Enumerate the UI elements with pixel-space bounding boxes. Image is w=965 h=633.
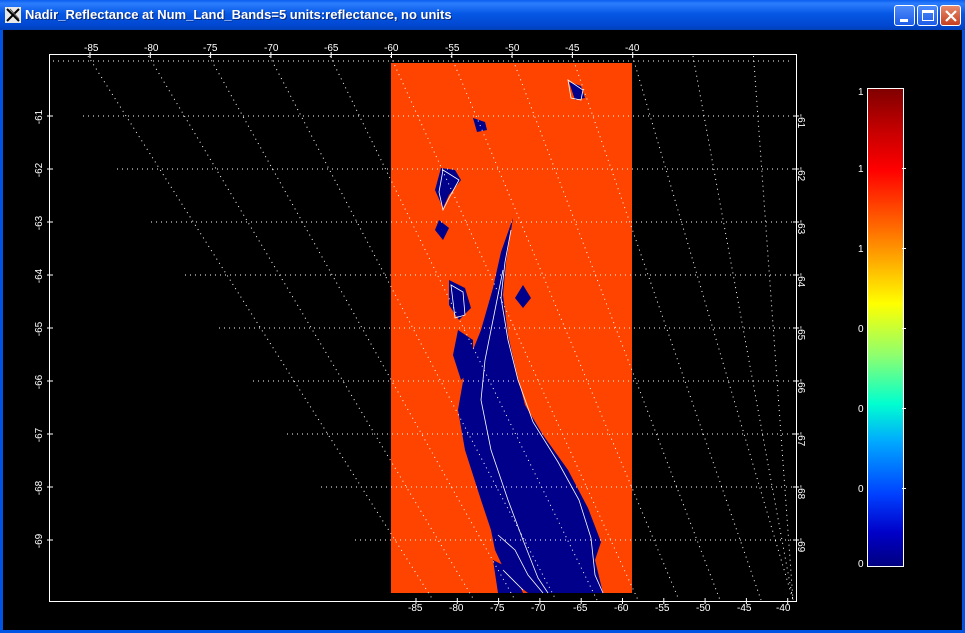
top-lon-label: -40 [625, 43, 640, 54]
bottom-lon-label: -45 [737, 603, 752, 614]
left-lat-label: -62 [34, 162, 46, 178]
top-lon-label: -85 [84, 43, 99, 54]
bottom-lon-label: -80 [449, 603, 464, 614]
left-lat-label: -64 [34, 268, 46, 284]
longitude-line [571, 55, 762, 601]
longitude-line [148, 55, 475, 601]
colorbar-label: 1 [858, 244, 864, 255]
plot-area[interactable]: -85 -80 -75 -70 -65 -60 -55 -50 -45 -40 … [3, 30, 962, 630]
land-mass [435, 82, 603, 593]
top-lon-label: -45 [565, 43, 580, 54]
left-lat-label: -66 [34, 374, 46, 390]
close-button[interactable] [940, 5, 961, 26]
bottom-lon-label: -55 [655, 603, 670, 614]
longitude-grid [87, 55, 794, 601]
color-scale-bar [867, 88, 904, 567]
bottom-lon-label: -65 [573, 603, 588, 614]
left-lat-label: -65 [34, 321, 46, 337]
left-lat-label: -67 [34, 427, 46, 443]
bottom-lon-label: -40 [776, 603, 791, 614]
window-title: Nadir_Reflectance at Num_Land_Bands=5 un… [25, 7, 452, 22]
top-lon-label: -55 [445, 43, 460, 54]
x-window-icon [5, 7, 21, 23]
colorbar-label: 1 [858, 87, 864, 98]
minimize-icon [900, 19, 908, 22]
longitude-line [632, 55, 794, 601]
colorbar-tick [902, 248, 906, 249]
bottom-lon-label: -75 [490, 603, 505, 614]
minimize-button[interactable] [894, 5, 915, 26]
top-lon-label: -75 [203, 43, 218, 54]
top-lon-label: -50 [505, 43, 520, 54]
right-lat-label: -68 [795, 484, 807, 500]
right-lat-label: -65 [795, 325, 807, 341]
frame-ticks [47, 52, 799, 604]
left-lat-label: -69 [34, 533, 46, 549]
title-bar[interactable]: Nadir_Reflectance at Num_Land_Bands=5 un… [0, 0, 965, 30]
longitude-line [692, 55, 794, 601]
top-lon-label: -80 [144, 43, 159, 54]
left-lat-label: -63 [34, 215, 46, 231]
right-lat-label: -67 [795, 431, 807, 447]
maximize-button[interactable] [917, 5, 938, 26]
right-lat-label: -69 [795, 537, 807, 553]
close-icon [945, 10, 957, 22]
right-lat-label: -64 [795, 272, 807, 288]
top-lon-label: -65 [324, 43, 339, 54]
colorbar-label: 0 [858, 559, 864, 570]
colorbar-tick [902, 488, 906, 489]
bottom-lon-label: -50 [696, 603, 711, 614]
longitude-line [329, 55, 598, 601]
right-lat-label: -61 [795, 113, 807, 129]
left-lat-label: -61 [34, 109, 46, 125]
top-lon-label: -60 [384, 43, 399, 54]
map-overlay [47, 52, 799, 604]
top-lon-label: -70 [264, 43, 279, 54]
bottom-lon-label: -85 [408, 603, 423, 614]
right-lat-label: -62 [795, 166, 807, 182]
bottom-lon-label: -70 [531, 603, 546, 614]
longitude-line [269, 55, 557, 601]
colorbar-tick [902, 328, 906, 329]
colorbar-label: 0 [858, 404, 864, 415]
right-lat-label: -63 [795, 219, 807, 235]
bottom-lon-label: -60 [614, 603, 629, 614]
colorbar-tick [902, 408, 906, 409]
application-window: Nadir_Reflectance at Num_Land_Bands=5 un… [0, 0, 965, 633]
longitude-line [87, 55, 434, 601]
maximize-icon [922, 10, 934, 21]
colorbar-tick [902, 168, 906, 169]
right-lat-label: -66 [795, 378, 807, 394]
colorbar-label: 0 [858, 324, 864, 335]
latitude-grid [53, 60, 793, 541]
colorbar-label: 0 [858, 484, 864, 495]
colorbar-label: 1 [858, 164, 864, 175]
left-lat-label: -68 [34, 480, 46, 496]
